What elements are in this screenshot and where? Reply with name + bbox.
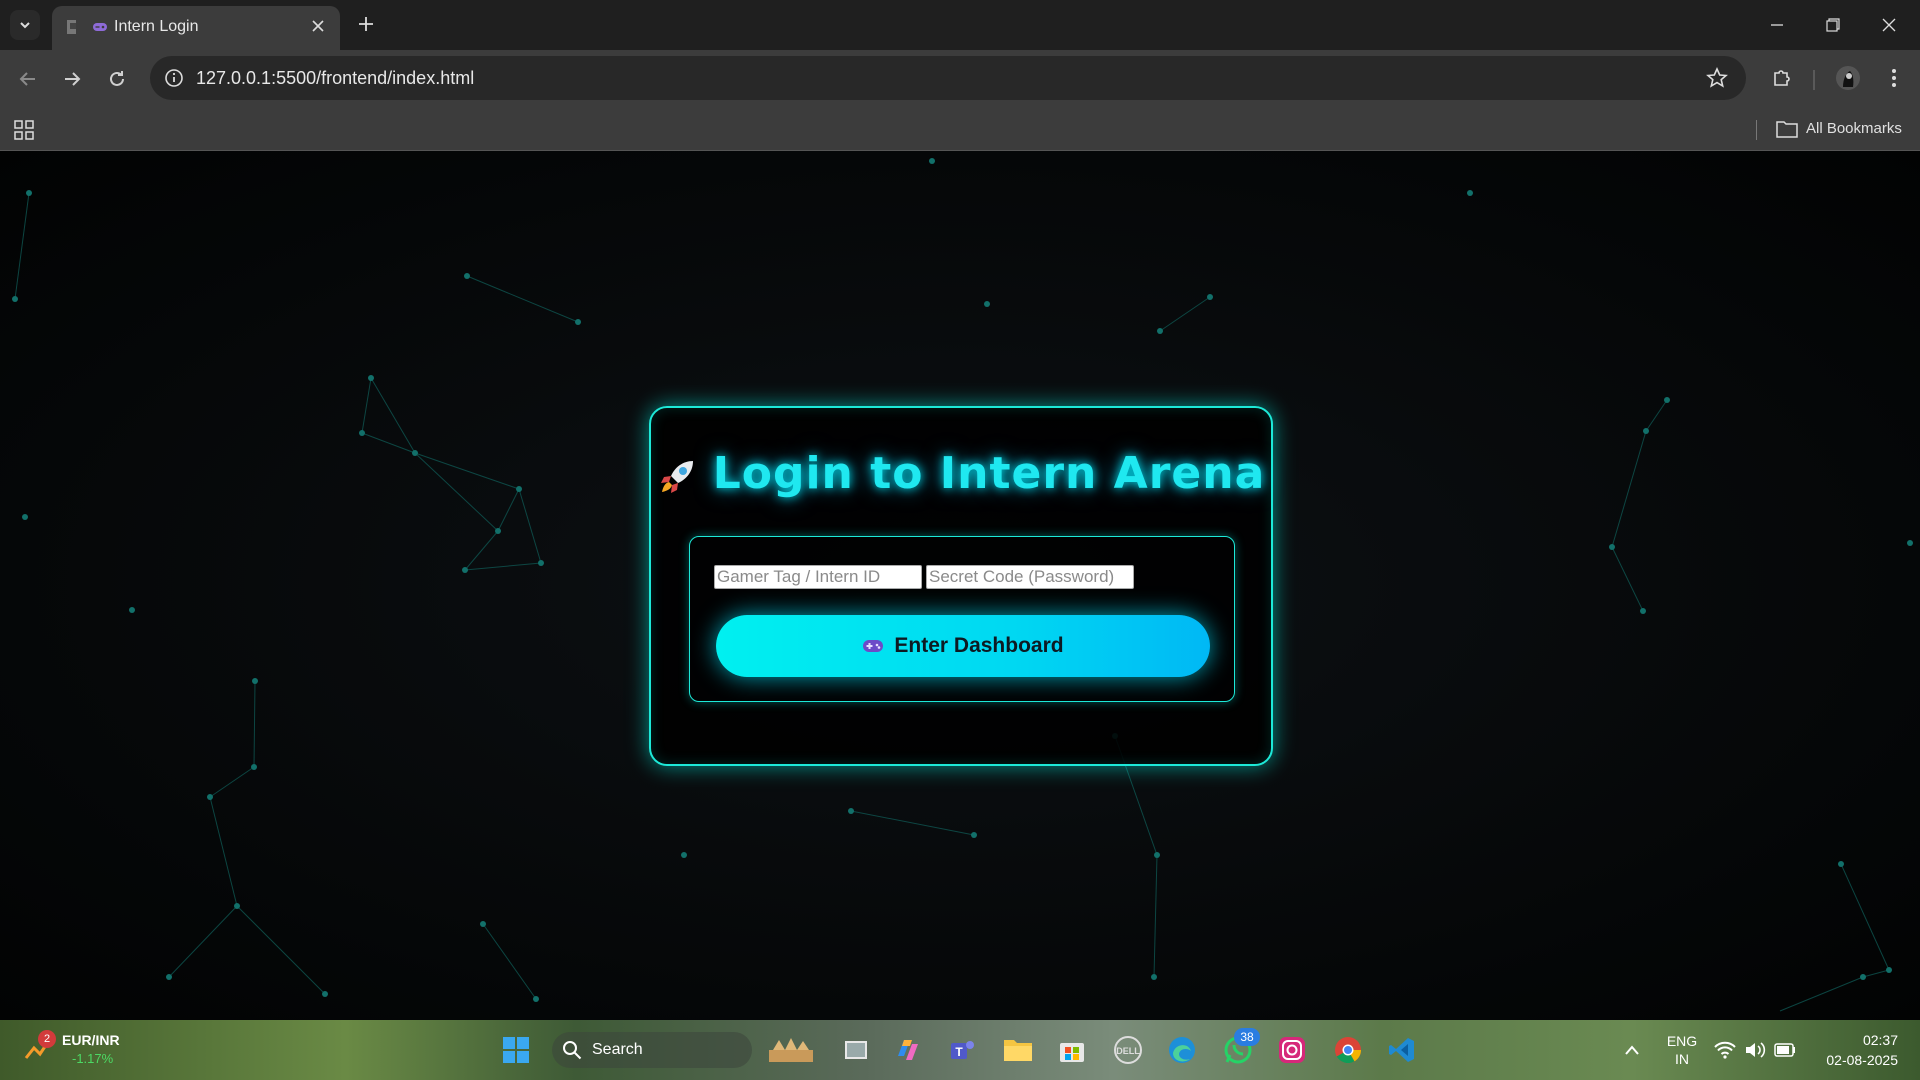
volume-status[interactable] — [1742, 1034, 1768, 1066]
game-controller-icon — [863, 640, 884, 652]
folder-icon — [1004, 1040, 1032, 1061]
taskbar-search[interactable]: Search — [552, 1032, 752, 1068]
battery-icon — [1774, 1043, 1795, 1057]
password-input[interactable] — [926, 565, 1134, 589]
minimize-icon — [1771, 24, 1783, 26]
wifi-icon — [1714, 1041, 1736, 1059]
clock-date: 02-08-2025 — [1826, 1052, 1898, 1068]
tab-search-button[interactable] — [10, 10, 40, 40]
landmark-icon — [769, 1038, 813, 1062]
extensions-button[interactable] — [1768, 64, 1796, 92]
teams-icon: T — [951, 1041, 974, 1059]
instagram-icon — [1279, 1037, 1305, 1063]
chrome-app[interactable] — [1332, 1034, 1364, 1066]
edge-icon — [1169, 1037, 1195, 1063]
tab-intern-login[interactable]: Intern Login — [52, 6, 340, 50]
wifi-status[interactable] — [1712, 1034, 1738, 1066]
search-icon — [563, 1041, 582, 1060]
show-hidden-icons-button[interactable] — [1616, 1034, 1648, 1066]
chevron-down-icon — [20, 22, 30, 29]
close-window-button[interactable] — [1874, 10, 1904, 40]
svg-text:T: T — [955, 1045, 963, 1059]
battery-status[interactable] — [1772, 1034, 1798, 1066]
reload-button[interactable] — [103, 65, 131, 93]
language-secondary: IN — [1675, 1051, 1689, 1067]
notification-badge: 2 — [38, 1030, 56, 1048]
store-icon — [1060, 1043, 1084, 1062]
url-text[interactable]: 127.0.0.1:5500/frontend/index.html — [196, 68, 474, 89]
folder-icon[interactable] — [1776, 120, 1798, 138]
speaker-icon — [1746, 1042, 1766, 1058]
system-clock[interactable]: 02:37 02-08-2025 — [1826, 1030, 1898, 1070]
arrow-right-icon — [65, 72, 81, 86]
instagram-app[interactable] — [1276, 1034, 1308, 1066]
tab-title: Intern Login — [114, 18, 199, 35]
close-tab-icon[interactable] — [308, 16, 328, 36]
rocket-icon — [660, 461, 693, 493]
vscode-icon — [1389, 1038, 1414, 1062]
language-primary: ENG — [1666, 1033, 1698, 1049]
bookmarks-divider — [1756, 120, 1757, 140]
all-bookmarks-link[interactable]: All Bookmarks — [1806, 120, 1902, 137]
page-title: Login to Intern Arena — [712, 448, 1266, 499]
new-tab-button[interactable] — [354, 12, 378, 36]
enter-dashboard-label: Enter Dashboard — [894, 634, 1064, 657]
market-widget[interactable]: 2 EUR/INR -1.17% — [20, 1030, 130, 1070]
site-info-icon[interactable] — [164, 68, 184, 88]
microsoft-store-app[interactable] — [1056, 1034, 1088, 1066]
dell-app[interactable]: DELL — [1112, 1034, 1144, 1066]
language-indicator[interactable]: ENG IN — [1662, 1032, 1702, 1068]
close-icon — [1882, 18, 1896, 32]
edge-app[interactable] — [1166, 1034, 1198, 1066]
site-favicon-icon — [67, 20, 76, 34]
copilot-app[interactable] — [892, 1034, 924, 1066]
ticker-name: EUR/INR — [62, 1032, 120, 1048]
tab-strip: Intern Login — [0, 0, 1920, 50]
browser-menu-button[interactable] — [1880, 64, 1908, 92]
username-input[interactable] — [714, 565, 922, 589]
back-button[interactable] — [14, 65, 42, 93]
arrow-left-icon — [19, 72, 35, 86]
copilot-icon — [898, 1040, 918, 1060]
ticker-change: -1.17% — [72, 1051, 114, 1066]
reload-icon — [110, 71, 124, 86]
forward-button[interactable] — [58, 65, 86, 93]
clock-time: 02:37 — [1862, 1032, 1898, 1048]
login-form: Enter Dashboard — [689, 536, 1235, 702]
more-vertical-icon — [1892, 69, 1896, 87]
page-background: Login to Intern Arena Enter Dashboard — [0, 151, 1920, 1020]
start-button[interactable] — [500, 1034, 532, 1066]
bookmarks-bar: All Bookmarks — [0, 108, 1920, 151]
plus-icon — [359, 17, 373, 31]
login-card: Login to Intern Arena Enter Dashboard — [649, 406, 1273, 766]
login-title-row: Login to Intern Arena — [651, 448, 1271, 499]
apps-grid-icon[interactable] — [14, 120, 34, 140]
bookmark-star-icon[interactable] — [1706, 67, 1728, 89]
address-bar[interactable]: 127.0.0.1:5500/frontend/index.html — [150, 56, 1746, 100]
file-explorer-app[interactable] — [1002, 1034, 1034, 1066]
restore-icon — [1826, 18, 1840, 32]
svg-text:DELL: DELL — [1116, 1046, 1140, 1056]
browser-toolbar: 127.0.0.1:5500/frontend/index.html — [0, 50, 1920, 108]
task-view-button[interactable] — [840, 1034, 872, 1066]
minimize-button[interactable] — [1762, 10, 1792, 40]
search-highlight-image[interactable] — [766, 1034, 816, 1066]
avatar-icon — [1836, 66, 1860, 90]
chrome-icon — [1335, 1037, 1362, 1064]
chevron-up-icon — [1625, 1045, 1639, 1055]
search-label: Search — [592, 1041, 643, 1058]
dell-logo-icon: DELL — [1114, 1036, 1142, 1064]
windows-taskbar: 2 EUR/INR -1.17% Search T DELL 38 ENG IN… — [0, 1020, 1920, 1080]
puzzle-icon — [1774, 70, 1790, 86]
profile-avatar[interactable] — [1834, 64, 1862, 92]
whatsapp-badge: 38 — [1234, 1028, 1260, 1046]
enter-dashboard-button[interactable]: Enter Dashboard — [716, 615, 1210, 677]
game-controller-icon — [93, 23, 107, 31]
restore-button[interactable] — [1818, 10, 1848, 40]
windows-logo-icon — [503, 1037, 529, 1063]
task-view-icon — [845, 1041, 867, 1059]
teams-app[interactable]: T — [946, 1034, 978, 1066]
vscode-app[interactable] — [1386, 1034, 1418, 1066]
toolbar-divider — [1813, 70, 1815, 90]
